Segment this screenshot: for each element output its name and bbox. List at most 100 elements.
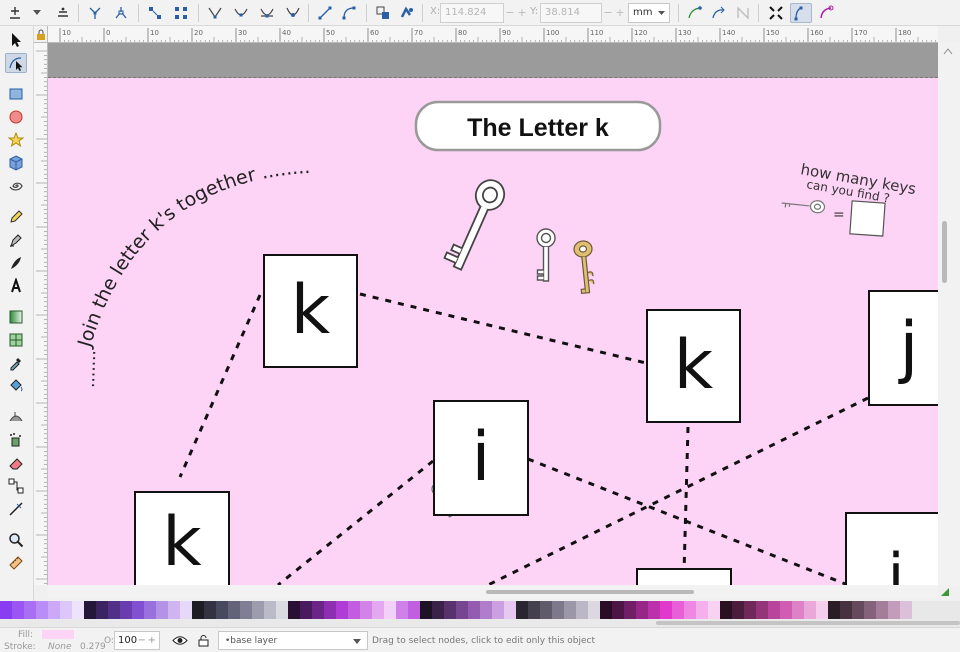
palette-swatch[interactable]: [456, 601, 468, 619]
stroke-to-path-icon[interactable]: [398, 3, 416, 23]
palette-swatch[interactable]: [336, 601, 348, 619]
palette-swatch[interactable]: [348, 601, 360, 619]
palette-swatch[interactable]: [732, 601, 744, 619]
horizontal-scroll-thumb[interactable]: [486, 590, 694, 594]
eraser-tool-icon[interactable]: [5, 453, 27, 473]
palette-swatch[interactable]: [684, 601, 696, 619]
palette-swatch[interactable]: [720, 601, 732, 619]
palette-swatch[interactable]: [672, 601, 684, 619]
vertical-scroll-thumb[interactable]: [942, 221, 947, 283]
palette-swatch[interactable]: [840, 601, 852, 619]
gradient-tool-icon[interactable]: [5, 307, 27, 327]
segment-to-line-icon[interactable]: [316, 3, 334, 23]
3d-box-tool-icon[interactable]: [5, 153, 27, 173]
y-coordinate-input[interactable]: 38.814: [540, 3, 602, 23]
join-nodes-icon[interactable]: [86, 3, 104, 23]
calligraphy-tool-icon[interactable]: [5, 253, 27, 273]
horizontal-scrollbar[interactable]: [48, 585, 949, 599]
letter-card[interactable]: k: [646, 309, 741, 423]
palette-swatch[interactable]: [84, 601, 96, 619]
palette-swatch[interactable]: [480, 601, 492, 619]
text-tool-icon[interactable]: [5, 276, 27, 296]
ruler-measure-icon[interactable]: [5, 553, 27, 573]
palette-swatch[interactable]: [444, 601, 456, 619]
palette-swatch[interactable]: [192, 601, 204, 619]
layer-select[interactable]: •base layer: [218, 631, 368, 650]
palette-swatch[interactable]: [636, 601, 648, 619]
guide-lock-corner[interactable]: [34, 26, 48, 43]
palette-swatch[interactable]: [468, 601, 480, 619]
insert-node-icon[interactable]: [6, 3, 24, 23]
palette-swatch[interactable]: [168, 601, 180, 619]
palette-swatch[interactable]: [108, 601, 120, 619]
palette-swatch[interactable]: [828, 601, 840, 619]
palette-swatch[interactable]: [96, 601, 108, 619]
palette-swatch[interactable]: [324, 601, 336, 619]
palette-swatch[interactable]: [768, 601, 780, 619]
palette-swatch[interactable]: [564, 601, 576, 619]
palette-swatch[interactable]: [36, 601, 48, 619]
symmetric-node-icon[interactable]: [258, 3, 276, 23]
palette-swatch[interactable]: [384, 601, 396, 619]
palette-swatch[interactable]: [552, 601, 564, 619]
palette-swatch[interactable]: [516, 601, 528, 619]
selector-tool-arrow-icon[interactable]: [5, 30, 27, 50]
palette-swatch[interactable]: [804, 601, 816, 619]
color-managed-icon[interactable]: [940, 587, 950, 597]
measure-tool-icon[interactable]: [5, 499, 27, 519]
path-effect-icon[interactable]: [734, 3, 752, 23]
show-outline-icon[interactable]: [710, 3, 728, 23]
letter-card[interactable]: i: [433, 400, 529, 516]
palette-swatch[interactable]: [780, 601, 792, 619]
connector-tool-icon[interactable]: [5, 476, 27, 496]
dropper-tool-icon[interactable]: [5, 353, 27, 373]
palette-swatch[interactable]: [132, 601, 144, 619]
palette-swatch[interactable]: [576, 601, 588, 619]
palette-swatch[interactable]: [276, 601, 288, 619]
padlock-icon[interactable]: [198, 634, 209, 647]
object-to-path-icon[interactable]: [374, 3, 392, 23]
ellipse-tool-icon[interactable]: [5, 107, 27, 127]
palette-swatch[interactable]: [120, 601, 132, 619]
vertical-ruler[interactable]: [34, 43, 48, 585]
palette-swatch[interactable]: [252, 601, 264, 619]
palette-swatch[interactable]: [816, 601, 828, 619]
show-handles-icon[interactable]: [686, 3, 704, 23]
palette-swatch[interactable]: [792, 601, 804, 619]
palette-swatch[interactable]: [660, 601, 672, 619]
color-palette[interactable]: [0, 601, 960, 619]
unit-select[interactable]: mm: [628, 3, 670, 23]
palette-swatch[interactable]: [240, 601, 252, 619]
spray-tool-icon[interactable]: [5, 430, 27, 450]
auto-smooth-node-icon[interactable]: [284, 3, 302, 23]
palette-swatch[interactable]: [528, 601, 540, 619]
vertical-scrollbar[interactable]: [938, 43, 960, 585]
pencil-tool-icon[interactable]: [5, 207, 27, 227]
zoom-tool-icon[interactable]: [5, 530, 27, 550]
pen-tool-icon[interactable]: [5, 230, 27, 250]
palette-swatch[interactable]: [216, 601, 228, 619]
palette-swatch[interactable]: [408, 601, 420, 619]
palette-swatch[interactable]: [180, 601, 192, 619]
rectangle-tool-icon[interactable]: [5, 84, 27, 104]
palette-swatch[interactable]: [48, 601, 60, 619]
eye-icon[interactable]: [172, 635, 188, 646]
palette-swatch[interactable]: [156, 601, 168, 619]
opacity-input[interactable]: 100 − +: [114, 631, 160, 650]
palette-swatch[interactable]: [696, 601, 708, 619]
x-increment-button[interactable]: +: [516, 3, 528, 23]
palette-swatch[interactable]: [504, 601, 516, 619]
drawing-canvas[interactable]: The Letter k Join the letter k's togethe…: [48, 43, 938, 585]
palette-swatch[interactable]: [648, 601, 660, 619]
palette-swatch[interactable]: [396, 601, 408, 619]
palette-swatch[interactable]: [288, 601, 300, 619]
palette-swatch[interactable]: [624, 601, 636, 619]
palette-swatch[interactable]: [612, 601, 624, 619]
transform-handles-icon[interactable]: [766, 3, 786, 23]
letter-card[interactable]: i: [845, 512, 938, 585]
letter-card[interactable]: k: [263, 254, 358, 368]
palette-swatch[interactable]: [264, 601, 276, 619]
letter-card[interactable]: j: [868, 290, 938, 406]
palette-swatch[interactable]: [312, 601, 324, 619]
palette-scrollbar[interactable]: [0, 619, 960, 627]
